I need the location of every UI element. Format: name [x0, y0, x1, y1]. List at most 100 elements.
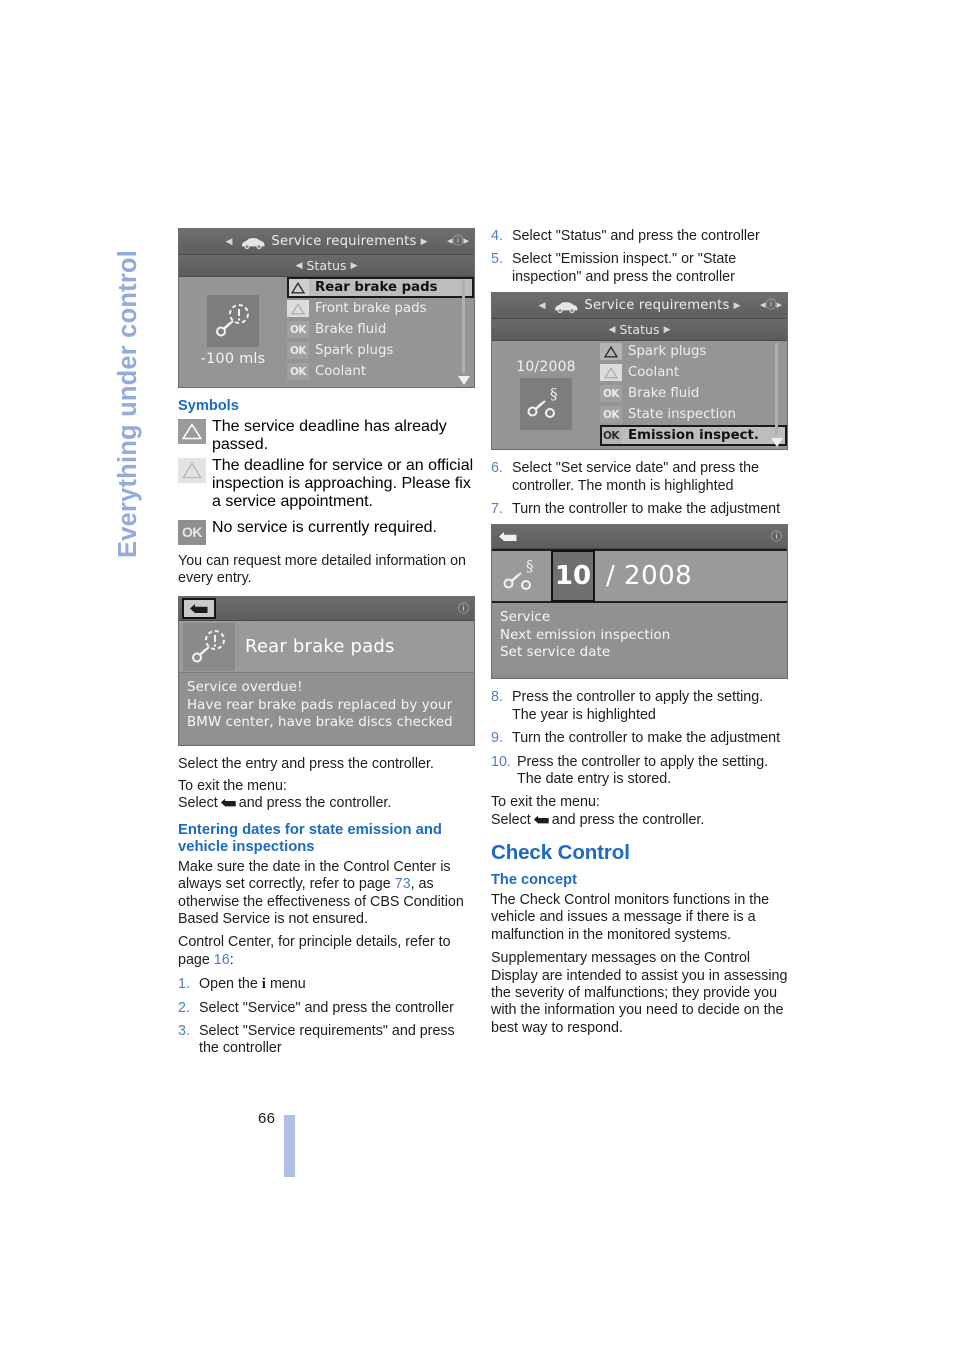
date-entry-row[interactable]: § 10 / 2008	[492, 549, 787, 604]
step-text-a: Open the	[199, 976, 262, 993]
screenshot-subheader: ◀ Status ▶	[492, 319, 787, 342]
list-item: 4. Select "Status" and press the control…	[491, 228, 788, 245]
step-text: Press the controller to apply the settin…	[517, 753, 769, 788]
list-item[interactable]: OK Emission inspect.	[600, 425, 787, 447]
list-item[interactable]: OK State inspection	[600, 404, 787, 425]
exit-menu-instruction: Select and press the controller.	[178, 795, 475, 812]
steps-list-mid: 6. Select "Set service date" and press t…	[491, 460, 788, 518]
list-item[interactable]: OK Brake fluid	[287, 319, 474, 340]
control-center-paragraph: Control Center, for principle details, r…	[178, 934, 475, 969]
list-item-label: Front brake pads	[315, 301, 427, 316]
step-text: Select "Service requirements" and press …	[199, 1023, 455, 1057]
screenshot-message-body: Service Next emission inspection Set ser…	[492, 603, 787, 674]
screenshot-message-body: Service overdue! Have rear brake pads re…	[179, 673, 474, 744]
mileage-value: -100 mls	[200, 351, 266, 367]
back-arrow-icon	[220, 797, 237, 808]
svg-text:§: §	[526, 557, 534, 575]
check-control-heading: Check Control	[491, 841, 630, 865]
symbol-icon-wrap	[178, 457, 206, 483]
scroll-down-caret-icon[interactable]	[771, 438, 783, 448]
exit-menu-label: To exit the menu:	[491, 794, 600, 811]
info-icon: ◂ⓘ▸	[759, 298, 782, 312]
screenshot-subheader: ◀ Status ▶	[179, 255, 474, 277]
screenshot-subheader-title: Status	[306, 258, 347, 273]
screenshot-body: -100 mls Rear brake pads Front brake pad…	[179, 277, 474, 387]
scrollbar-track	[775, 343, 778, 436]
step-number: 5.	[491, 251, 503, 268]
steps-list-bottom: 8. Press the controller to apply the set…	[491, 689, 788, 788]
list-item-label: Rear brake pads	[315, 280, 438, 295]
list-item: 8. Press the controller to apply the set…	[491, 689, 788, 724]
year-field[interactable]: / 2008	[606, 561, 692, 591]
concept-paragraph-2: Supplementary messages on the Control Di…	[491, 950, 788, 1036]
message-line: Service overdue!	[187, 680, 303, 696]
exit-menu-instruction: Select and press the controller.	[491, 812, 788, 829]
list-item-label: Brake fluid	[628, 386, 700, 402]
ok-icon: OK	[287, 342, 309, 359]
back-button[interactable]	[182, 598, 216, 620]
car-icon	[240, 234, 266, 253]
list-item-label: Coolant	[628, 365, 680, 381]
list-item[interactable]: OK Brake fluid	[600, 383, 787, 404]
manual-page: Everything under control 66 ◀ Service re…	[0, 0, 954, 1351]
exit-select-word: Select	[491, 811, 531, 828]
screenshot-title: Rear brake pads	[245, 636, 395, 658]
symbol-icon-wrap: OK	[178, 519, 206, 545]
inspection-icon: §	[520, 377, 572, 430]
message-line: Next emission inspection	[500, 627, 671, 643]
warning-triangle-light-icon	[178, 457, 206, 483]
message-line: Have rear brake pads replaced by your	[187, 697, 453, 713]
page-cross-reference[interactable]: 73	[395, 876, 411, 892]
left-chevron-icon: ◀	[538, 300, 546, 311]
list-item-label: Emission inspect.	[628, 428, 759, 444]
list-item[interactable]: OK Coolant	[287, 361, 474, 382]
step-text: Turn the controller to make the adjustme…	[512, 730, 781, 747]
exit-menu-label: To exit the menu:	[178, 777, 287, 794]
screenshot-header: ◀ Service requirements ▶ ◂ⓘ▸	[492, 293, 787, 320]
idrive-screenshot-emission-inspect: ◀ Service requirements ▶ ◂ⓘ▸ ◀ Status ▶	[491, 292, 788, 451]
ok-icon: OK	[600, 385, 622, 403]
scrollbar[interactable]	[458, 279, 470, 385]
exit-rest-words: and press the controller.	[238, 795, 392, 812]
screenshot-header-title: Service requirements	[271, 234, 417, 249]
list-item[interactable]: Spark plugs	[600, 341, 787, 362]
screenshot-status-panel: -100 mls	[179, 277, 287, 387]
list-item-label: Coolant	[315, 364, 367, 379]
back-button[interactable]	[498, 527, 518, 546]
symbol-entry: The service deadline has already passed.	[178, 418, 475, 454]
screenshot-header-title: Service requirements	[584, 298, 730, 314]
list-item[interactable]: Coolant	[600, 362, 787, 383]
step-number: 1.	[178, 976, 190, 993]
make-sure-paragraph: Make sure the date in the Control Center…	[178, 859, 475, 929]
sidebar-running-title: Everything under control	[114, 250, 142, 558]
step-number: 4.	[491, 228, 503, 244]
svg-text:§: §	[550, 385, 558, 403]
step-text: Press the controller to apply the settin…	[512, 689, 764, 723]
ok-icon: OK	[287, 363, 309, 380]
screenshot-header: ⓘ	[492, 525, 787, 550]
screenshot-header: ⓘ	[179, 597, 474, 622]
scrollbar[interactable]	[771, 343, 783, 448]
brake-pad-icon	[207, 295, 259, 347]
symbol-description: The service deadline has already passed.	[212, 417, 447, 453]
ok-icon: OK	[600, 427, 622, 445]
list-item[interactable]: Front brake pads	[287, 298, 474, 319]
left-column: ◀ Service requirements ▶ ◂ⓘ▸ ◀ Status ▶	[178, 228, 475, 1064]
inspection-icon: §	[496, 553, 548, 600]
list-item: 2. Select "Service" and press the contro…	[178, 1000, 475, 1017]
list-item-label: Spark plugs	[628, 344, 707, 360]
list-item[interactable]: Rear brake pads	[287, 277, 474, 298]
scroll-down-caret-icon[interactable]	[458, 376, 470, 385]
idrive-screenshot-service-requirements: ◀ Service requirements ▶ ◂ⓘ▸ ◀ Status ▶	[178, 228, 475, 388]
brake-pad-icon	[183, 622, 235, 671]
list-item-label: Spark plugs	[315, 343, 394, 358]
select-entry-text: Select the entry and press the controlle…	[178, 756, 434, 773]
sub-left-chevron-icon: ◀	[295, 260, 303, 271]
sub-left-chevron-icon: ◀	[608, 324, 616, 335]
warning-triangle-light-icon	[600, 364, 622, 382]
month-field[interactable]: 10	[551, 550, 595, 603]
page-cross-reference[interactable]: 16	[214, 952, 230, 968]
list-item[interactable]: OK Spark plugs	[287, 340, 474, 361]
screenshot-title-row: Rear brake pads	[179, 621, 474, 674]
scrollbar-track	[462, 279, 465, 373]
